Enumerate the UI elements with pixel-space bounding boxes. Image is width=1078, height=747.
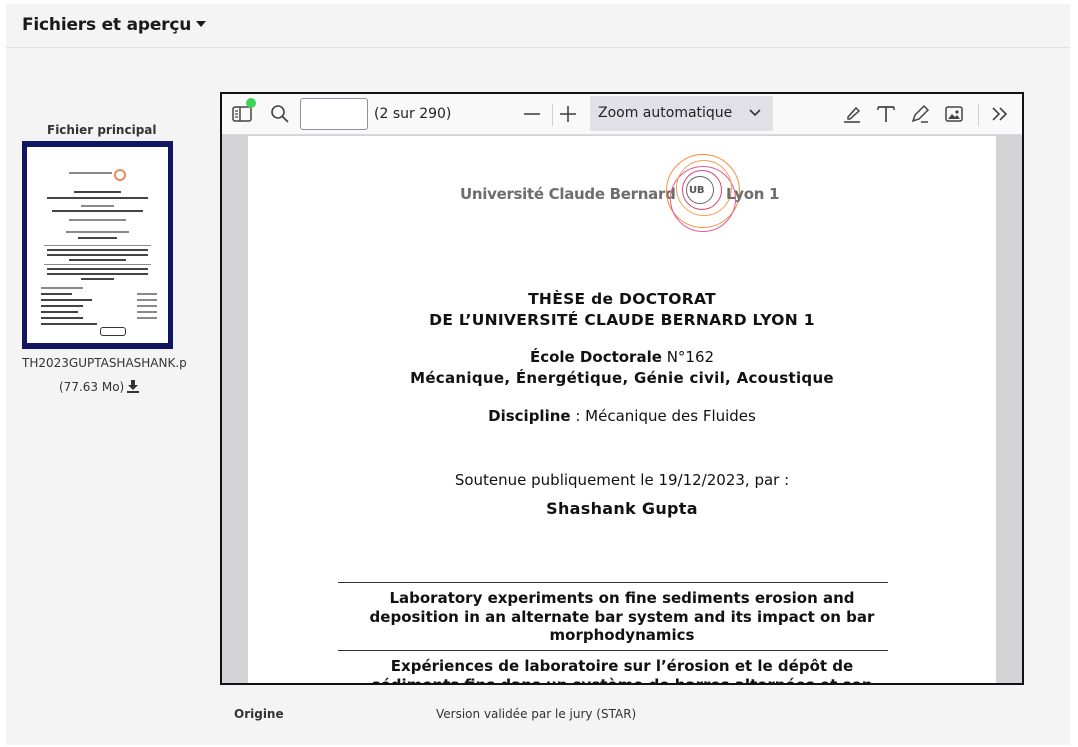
zoom-out-icon (524, 113, 540, 115)
origin-label: Origine (234, 707, 284, 721)
caret-down-icon (196, 21, 207, 27)
defense-date: Soutenue publiquement le 19/12/2023, par… (454, 471, 790, 489)
discipline-separator: : (570, 407, 586, 425)
school-label: École Doctorale (529, 348, 662, 366)
highlight-icon (844, 106, 861, 123)
add-image-button[interactable] (942, 100, 966, 128)
logo-mark: UB (689, 185, 705, 196)
title-fr-line1: Expériences de laboratoire sur l’érosion… (390, 657, 854, 675)
section-toggle[interactable]: Fichiers et aperçu (22, 15, 207, 35)
page-number-input[interactable] (300, 98, 368, 130)
chevron-down-icon (749, 109, 761, 117)
file-thumbnail[interactable] (22, 141, 173, 349)
zoom-in-button[interactable] (556, 100, 580, 128)
thumbnail-logo-icon (114, 169, 127, 181)
image-icon (945, 106, 963, 122)
search-button[interactable] (268, 100, 292, 128)
zoom-select[interactable]: Zoom automatique (590, 96, 773, 131)
school-fields: Mécanique, Énergétique, Génie civil, Aco… (410, 369, 834, 387)
title-en-line1: Laboratory experiments on fine sediments… (389, 589, 855, 607)
discipline-label: Discipline (488, 407, 571, 425)
zoom-in-icon (560, 106, 576, 122)
zoom-value: Zoom automatique (598, 105, 733, 121)
page-count: (2 sur 290) (374, 106, 452, 122)
more-tools-icon (992, 107, 1008, 121)
file-size-row: (77.63 Mo) (59, 380, 140, 396)
title-en-line2: deposition in an alternate bar system an… (369, 608, 875, 626)
title-rule-top (338, 582, 888, 583)
zoom-out-button[interactable] (520, 100, 544, 128)
download-icon[interactable] (127, 380, 140, 396)
logo-text-right: Lyon 1 (726, 185, 780, 203)
panel-header: Fichiers et aperçu (6, 4, 1070, 48)
title-en-line3: morphodynamics (549, 626, 695, 644)
thumbnail-page (27, 147, 168, 343)
pdf-viewer: (2 sur 290) Zoom automatique Université … (220, 92, 1024, 685)
status-dot-icon (246, 98, 256, 108)
toolbar-separator (552, 104, 553, 126)
text-icon (877, 106, 895, 122)
file-size: (77.63 Mo) (59, 380, 125, 394)
draw-icon (911, 104, 930, 123)
discipline-value: Mécanique des Fluides (585, 407, 756, 425)
file-name[interactable]: TH2023GUPTASHASHANK.pdf (22, 356, 187, 370)
title-fr-line2: sédiments fins dans un système de barres… (371, 676, 873, 685)
doctoral-school: École Doctorale N°162 (248, 348, 996, 366)
thesis-title-line2: DE L’UNIVERSITÉ CLAUDE BERNARD LYON 1 (429, 311, 815, 329)
university-logo: Université Claude Bernard UB Lyon 1 (460, 154, 790, 234)
search-icon (271, 105, 289, 123)
pdf-page: Université Claude Bernard UB Lyon 1 THÈS… (248, 136, 996, 685)
section-title: Fichiers et aperçu (22, 15, 192, 35)
more-tools-button[interactable] (988, 100, 1012, 128)
school-number: N°162 (666, 348, 715, 366)
highlight-button[interactable] (840, 100, 864, 128)
draw-button[interactable] (908, 100, 932, 128)
thesis-title-line1: THÈSE de DOCTORAT (528, 290, 716, 308)
main-file-label: Fichier principal (47, 123, 157, 137)
title-rule-mid (338, 650, 888, 651)
text-tool-button[interactable] (874, 100, 898, 128)
author-name: Shashank Gupta (546, 499, 698, 518)
origin-value: Version validée par le jury (STAR) (436, 707, 637, 721)
viewer-toolbar: (2 sur 290) Zoom automatique (222, 94, 1022, 135)
toolbar-separator (978, 104, 979, 126)
logo-text-left: Université Claude Bernard (460, 185, 676, 203)
discipline: Discipline : Mécanique des Fluides (248, 407, 996, 425)
thumbnail-license-icon (100, 327, 127, 336)
